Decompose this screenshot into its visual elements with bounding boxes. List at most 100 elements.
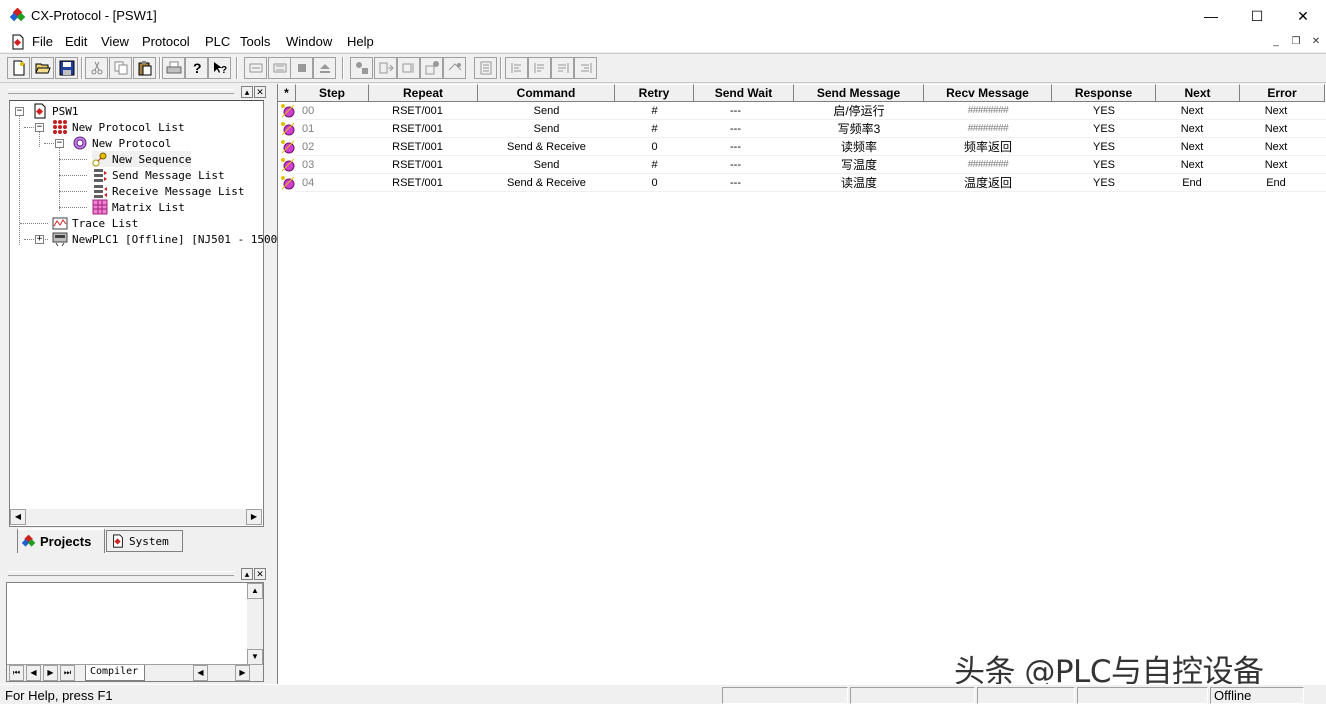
cell-send-wait[interactable]: --- <box>694 120 777 138</box>
cell-send-message[interactable]: 读温度 <box>794 174 924 192</box>
column-header-step[interactable]: Step <box>296 84 369 102</box>
cell-send-message[interactable]: 读频率 <box>794 138 924 156</box>
new-button[interactable] <box>7 57 30 79</box>
cell-send-wait[interactable]: --- <box>694 102 777 120</box>
output-vertical-scrollbar[interactable]: ▲ ▼ <box>247 583 263 665</box>
cell-send-wait[interactable]: --- <box>694 138 777 156</box>
column-header-send-wait[interactable]: Send Wait <box>694 84 794 102</box>
table-row[interactable]: 04 RSET/001 Send & Receive 0 --- 读温度 温度返… <box>278 174 1326 192</box>
tab-first-button[interactable]: ⏮ <box>9 665 24 681</box>
column-header-retry[interactable]: Retry <box>615 84 694 102</box>
tab-projects[interactable]: Projects <box>17 528 105 553</box>
menu-window[interactable]: Window <box>286 34 332 49</box>
cell-error[interactable]: Next <box>1240 156 1312 174</box>
print-button[interactable] <box>162 57 185 79</box>
tab-last-button[interactable]: ⏭ <box>60 665 75 681</box>
column-header-send-message[interactable]: Send Message <box>794 84 924 102</box>
output-close-button[interactable]: ✕ <box>254 568 266 580</box>
scroll-right-button[interactable]: ▶ <box>246 509 262 525</box>
cell-command[interactable]: Send & Receive <box>478 174 615 192</box>
cell-send-wait[interactable]: --- <box>694 156 777 174</box>
mdi-minimize-button[interactable]: _ <box>1268 36 1284 50</box>
cell-command[interactable]: Send <box>478 156 615 174</box>
close-button[interactable]: ✕ <box>1280 0 1326 32</box>
scroll-up-button[interactable]: ▲ <box>247 583 263 599</box>
column-header-command[interactable]: Command <box>478 84 615 102</box>
cell-repeat[interactable]: RSET/001 <box>369 156 466 174</box>
help-button[interactable]: ? <box>185 57 208 79</box>
align-left-button[interactable] <box>505 57 528 79</box>
transfer-from-plc-button[interactable] <box>268 57 291 79</box>
cell-step[interactable]: 03 <box>278 156 369 174</box>
column-header-marker[interactable]: * <box>278 84 296 102</box>
pane-grip[interactable] <box>8 571 234 576</box>
menu-edit[interactable]: Edit <box>65 34 87 49</box>
cell-retry[interactable]: 0 <box>615 174 694 192</box>
table-row[interactable]: 03 RSET/001 Send # --- 写温度 ######## YES … <box>278 156 1326 174</box>
cell-step[interactable]: 04 <box>278 174 369 192</box>
transfer-to-plc-button[interactable] <box>244 57 267 79</box>
table-row[interactable]: 01 RSET/001 Send # --- 写频率3 ######## YES… <box>278 120 1326 138</box>
table-row[interactable]: 02 RSET/001 Send & Receive 0 --- 读频率 频率返… <box>278 138 1326 156</box>
cell-recv-message[interactable]: ######## <box>924 156 1052 174</box>
insert-step-button[interactable] <box>374 57 397 79</box>
save-button[interactable] <box>55 57 78 79</box>
menu-file[interactable]: File <box>32 34 53 49</box>
tree-item-receive-message-list[interactable]: Receive Message List <box>92 183 244 199</box>
tree-item-matrix-list[interactable]: Matrix List <box>92 199 185 215</box>
menu-help[interactable]: Help <box>347 34 374 49</box>
align-bottom-button[interactable] <box>574 57 597 79</box>
cell-recv-message[interactable]: 频率返回 <box>924 138 1052 156</box>
menu-plc[interactable]: PLC <box>205 34 230 49</box>
scroll-down-button[interactable]: ▼ <box>247 649 263 665</box>
stop-button[interactable] <box>290 57 313 79</box>
cell-next[interactable]: Next <box>1156 138 1228 156</box>
column-header-repeat[interactable]: Repeat <box>369 84 478 102</box>
open-button[interactable] <box>31 57 54 79</box>
cell-retry[interactable]: # <box>615 102 694 120</box>
cell-send-message[interactable]: 写温度 <box>794 156 924 174</box>
mdi-restore-button[interactable]: ❐ <box>1288 36 1304 50</box>
eject-button[interactable] <box>313 57 336 79</box>
cell-next[interactable]: Next <box>1156 102 1228 120</box>
cell-error[interactable]: Next <box>1240 120 1312 138</box>
cell-recv-message[interactable]: 温度返回 <box>924 174 1052 192</box>
cell-step[interactable]: 00 <box>278 102 369 120</box>
menu-view[interactable]: View <box>101 34 129 49</box>
tab-prev-button[interactable]: ◀ <box>26 665 41 681</box>
scroll-left-button[interactable]: ◀ <box>10 509 26 525</box>
trace-button[interactable] <box>474 57 497 79</box>
menu-protocol[interactable]: Protocol <box>142 34 190 49</box>
output-scroll-left-button[interactable]: ◀ <box>193 665 208 681</box>
pane-close-button[interactable]: ✕ <box>254 86 266 98</box>
cell-next[interactable]: Next <box>1156 120 1228 138</box>
cut-button[interactable] <box>85 57 108 79</box>
paste-button[interactable] <box>133 57 156 79</box>
cell-send-wait[interactable]: --- <box>694 174 777 192</box>
cell-retry[interactable]: # <box>615 156 694 174</box>
cell-error[interactable]: End <box>1240 174 1312 192</box>
cell-repeat[interactable]: RSET/001 <box>369 138 466 156</box>
tree-item-new-sequence[interactable]: New Sequence <box>92 151 192 167</box>
tree-item-newplc1[interactable]: NewPLC1 [Offline] [NJ501 - 1500 <box>52 231 277 247</box>
column-header-next[interactable]: Next <box>1156 84 1240 102</box>
cell-error[interactable]: Next <box>1240 102 1312 120</box>
tab-system[interactable]: System <box>106 530 183 552</box>
align-right-button[interactable] <box>528 57 551 79</box>
cell-retry[interactable]: 0 <box>615 138 694 156</box>
cell-command[interactable]: Send <box>478 120 615 138</box>
output-scroll-right-button[interactable]: ▶ <box>235 665 250 681</box>
document-icon[interactable] <box>10 34 26 50</box>
cell-repeat[interactable]: RSET/001 <box>369 120 466 138</box>
output-pin-button[interactable]: ▴ <box>241 568 253 580</box>
cell-repeat[interactable]: RSET/001 <box>369 174 466 192</box>
tree-expand-toggle[interactable]: + <box>35 235 44 244</box>
maximize-button[interactable]: ☐ <box>1234 0 1280 32</box>
pane-grip[interactable] <box>8 89 234 94</box>
tree-item-trace-list[interactable]: Trace List <box>52 215 138 231</box>
cell-recv-message[interactable]: ######## <box>924 120 1052 138</box>
column-header-response[interactable]: Response <box>1052 84 1156 102</box>
tree-item-psw1[interactable]: PSW1 <box>32 103 79 119</box>
cell-command[interactable]: Send & Receive <box>478 138 615 156</box>
menu-tools[interactable]: Tools <box>240 34 270 49</box>
